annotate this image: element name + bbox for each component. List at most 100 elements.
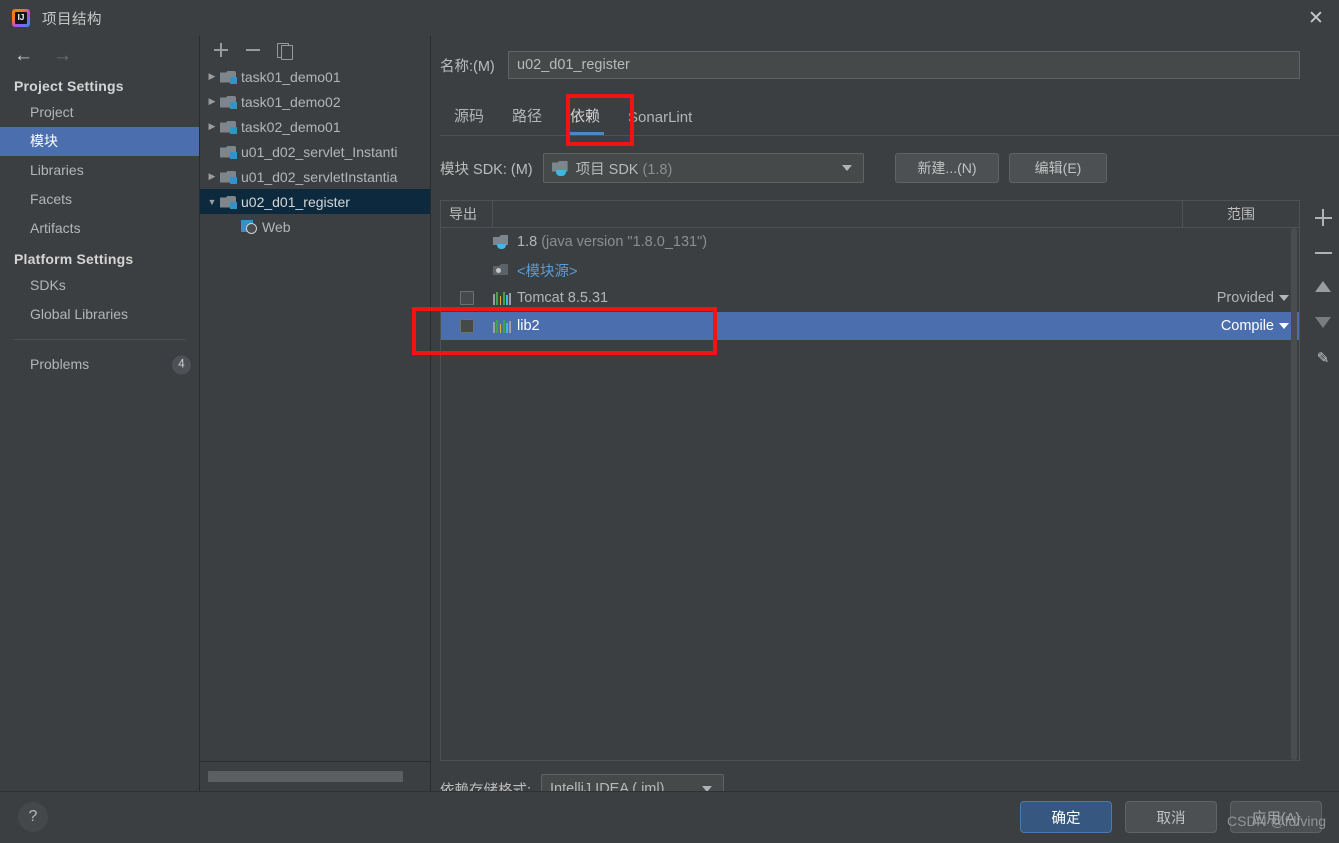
- dependencies-table: 导出 范围 1.8 (java version "1.8.0_131") <模块…: [440, 200, 1300, 761]
- dependencies-vscrollbar[interactable]: [1289, 228, 1299, 760]
- window-title: 项目结构: [42, 11, 102, 28]
- dependency-scope-dropdown[interactable]: Compile: [1179, 318, 1299, 334]
- module-tabs: 源码 路径 依赖 SonarLint: [440, 97, 706, 135]
- export-checkbox[interactable]: [460, 291, 474, 305]
- tree-row-label: u01_d02_servletInstantia: [241, 168, 398, 185]
- tree-row-label: task02_demo01: [241, 118, 341, 135]
- scrollbar-thumb[interactable]: [1291, 228, 1297, 760]
- minus-icon[interactable]: [1307, 235, 1339, 270]
- title-bar: 项目结构 ✕: [0, 0, 1339, 36]
- dependency-name: <模块源>: [517, 263, 578, 280]
- tree-row-u02-d01-register[interactable]: ▼ u02_d01_register: [200, 189, 430, 214]
- cancel-button[interactable]: 取消: [1125, 801, 1217, 833]
- tree-row-u01-d02-servlet-instanti[interactable]: u01_d02_servlet_Instanti: [200, 139, 430, 164]
- plus-icon[interactable]: [1307, 200, 1339, 235]
- web-facet-icon: [240, 219, 257, 234]
- tab-sonarlint[interactable]: SonarLint: [614, 109, 706, 135]
- tree-row-label: u01_d02_servlet_Instanti: [241, 143, 398, 160]
- arrow-down-icon[interactable]: [1307, 305, 1339, 340]
- dependency-name-detail: (java version "1.8.0_131"): [541, 234, 708, 250]
- sidebar-divider: [14, 339, 185, 340]
- chevron-down-icon: [1279, 323, 1289, 329]
- close-icon[interactable]: ✕: [1293, 0, 1339, 36]
- sidebar-item-sdks[interactable]: SDKs: [0, 271, 199, 300]
- chevron-right-icon[interactable]: ▶: [204, 121, 220, 132]
- tree-row-task02-demo01[interactable]: ▶ task02_demo01: [200, 114, 430, 139]
- chevron-right-icon[interactable]: ▶: [204, 96, 220, 107]
- module-tree-panel: ▶ task01_demo01 ▶ task01_demo02 ▶ task02…: [200, 36, 431, 791]
- chevron-right-icon[interactable]: ▶: [204, 171, 220, 182]
- help-question-icon[interactable]: ?: [18, 802, 48, 832]
- arrow-left-icon[interactable]: ←: [14, 46, 33, 65]
- dependency-name: lib2: [517, 318, 540, 334]
- module-name-row: 名称:(M): [440, 51, 1300, 79]
- arrow-right-icon[interactable]: →: [53, 46, 72, 65]
- module-source-icon: [493, 263, 513, 277]
- tree-row-label: Web: [262, 218, 291, 235]
- dependency-name-text: 1.8: [517, 234, 538, 250]
- table-row-module-source[interactable]: <模块源>: [441, 256, 1299, 284]
- sidebar-item-artifacts[interactable]: Artifacts: [0, 214, 199, 243]
- library-icon: [493, 291, 513, 305]
- nav-group-platform-settings: Platform Settings: [14, 251, 134, 267]
- project-structure-dialog: 项目结构 ✕ ← → Project Settings Project 模块 L…: [0, 0, 1339, 843]
- column-header-export[interactable]: 导出: [441, 201, 493, 227]
- tree-row-task01-demo02[interactable]: ▶ task01_demo02: [200, 89, 430, 114]
- table-row-lib2[interactable]: lib2 Compile: [441, 312, 1299, 340]
- pencil-icon[interactable]: ✎: [1307, 340, 1339, 375]
- edit-sdk-button[interactable]: 编辑(E): [1009, 153, 1107, 183]
- tab-paths[interactable]: 路径: [498, 105, 556, 135]
- module-icon: [220, 145, 237, 159]
- dependency-scope-text: Provided: [1216, 290, 1274, 306]
- sidebar-item-global-libraries[interactable]: Global Libraries: [0, 300, 199, 329]
- dependency-name: Tomcat 8.5.31: [517, 290, 609, 306]
- tree-row-u01-d02-servletinstantia[interactable]: ▶ u01_d02_servletInstantia: [200, 164, 430, 189]
- dependencies-toolbar: ✎: [1307, 200, 1339, 375]
- minus-icon[interactable]: [244, 41, 262, 59]
- sidebar-item-problems[interactable]: Problems 4: [0, 350, 199, 379]
- copy-icon[interactable]: [276, 41, 294, 60]
- export-checkbox[interactable]: [460, 319, 474, 333]
- column-header-name[interactable]: [493, 201, 1183, 227]
- arrow-up-icon[interactable]: [1307, 270, 1339, 305]
- intellij-idea-logo-icon: [12, 9, 30, 27]
- library-icon: [493, 319, 513, 333]
- module-tree-hscrollbar[interactable]: [200, 761, 431, 791]
- sidebar-item-facets[interactable]: Facets: [0, 185, 199, 214]
- export-cell[interactable]: [441, 319, 493, 333]
- chevron-down-icon[interactable]: ▼: [204, 197, 220, 207]
- sidebar-item-project[interactable]: Project: [0, 98, 199, 127]
- module-sdk-dropdown[interactable]: 项目 SDK (1.8): [542, 153, 864, 183]
- module-sdk-row: 模块 SDK: (M) 项目 SDK (1.8): [440, 153, 864, 183]
- new-sdk-button[interactable]: 新建...(N): [895, 153, 999, 183]
- table-row-tomcat[interactable]: Tomcat 8.5.31 Provided: [441, 284, 1299, 312]
- apply-button[interactable]: 应用(A): [1230, 801, 1322, 833]
- table-row-jdk[interactable]: 1.8 (java version "1.8.0_131"): [441, 228, 1299, 256]
- column-header-scope[interactable]: 范围: [1183, 201, 1299, 227]
- ok-button[interactable]: 确定: [1020, 801, 1112, 833]
- tab-dependencies[interactable]: 依赖: [556, 105, 614, 135]
- export-cell[interactable]: [441, 291, 493, 305]
- dependency-scope-dropdown[interactable]: Provided: [1179, 290, 1299, 306]
- tree-row-web-facet[interactable]: Web: [200, 214, 430, 239]
- plus-icon[interactable]: [212, 41, 230, 59]
- sidebar-item-libraries[interactable]: Libraries: [0, 156, 199, 185]
- chevron-down-icon: [1279, 295, 1289, 301]
- tabs-underline: [440, 135, 1339, 136]
- jdk-icon: [552, 161, 570, 176]
- module-name-input[interactable]: [508, 51, 1300, 79]
- sidebar-item-modules[interactable]: 模块: [0, 127, 199, 156]
- module-name-label: 名称:(M): [440, 58, 495, 75]
- tab-sources[interactable]: 源码: [440, 105, 498, 135]
- problems-count-badge: 4: [172, 355, 191, 374]
- tree-row-label: u02_d01_register: [241, 193, 350, 210]
- module-sdk-label: 模块 SDK: (M): [440, 161, 533, 178]
- scrollbar-thumb[interactable]: [208, 771, 403, 782]
- module-tree: ▶ task01_demo01 ▶ task01_demo02 ▶ task02…: [200, 64, 430, 761]
- chevron-right-icon[interactable]: ▶: [204, 71, 220, 82]
- module-icon: [220, 120, 237, 134]
- module-icon: [220, 170, 237, 184]
- tree-row-task01-demo01[interactable]: ▶ task01_demo01: [200, 64, 430, 89]
- tree-row-label: task01_demo01: [241, 68, 341, 85]
- nav-group-project-settings: Project Settings: [14, 78, 124, 94]
